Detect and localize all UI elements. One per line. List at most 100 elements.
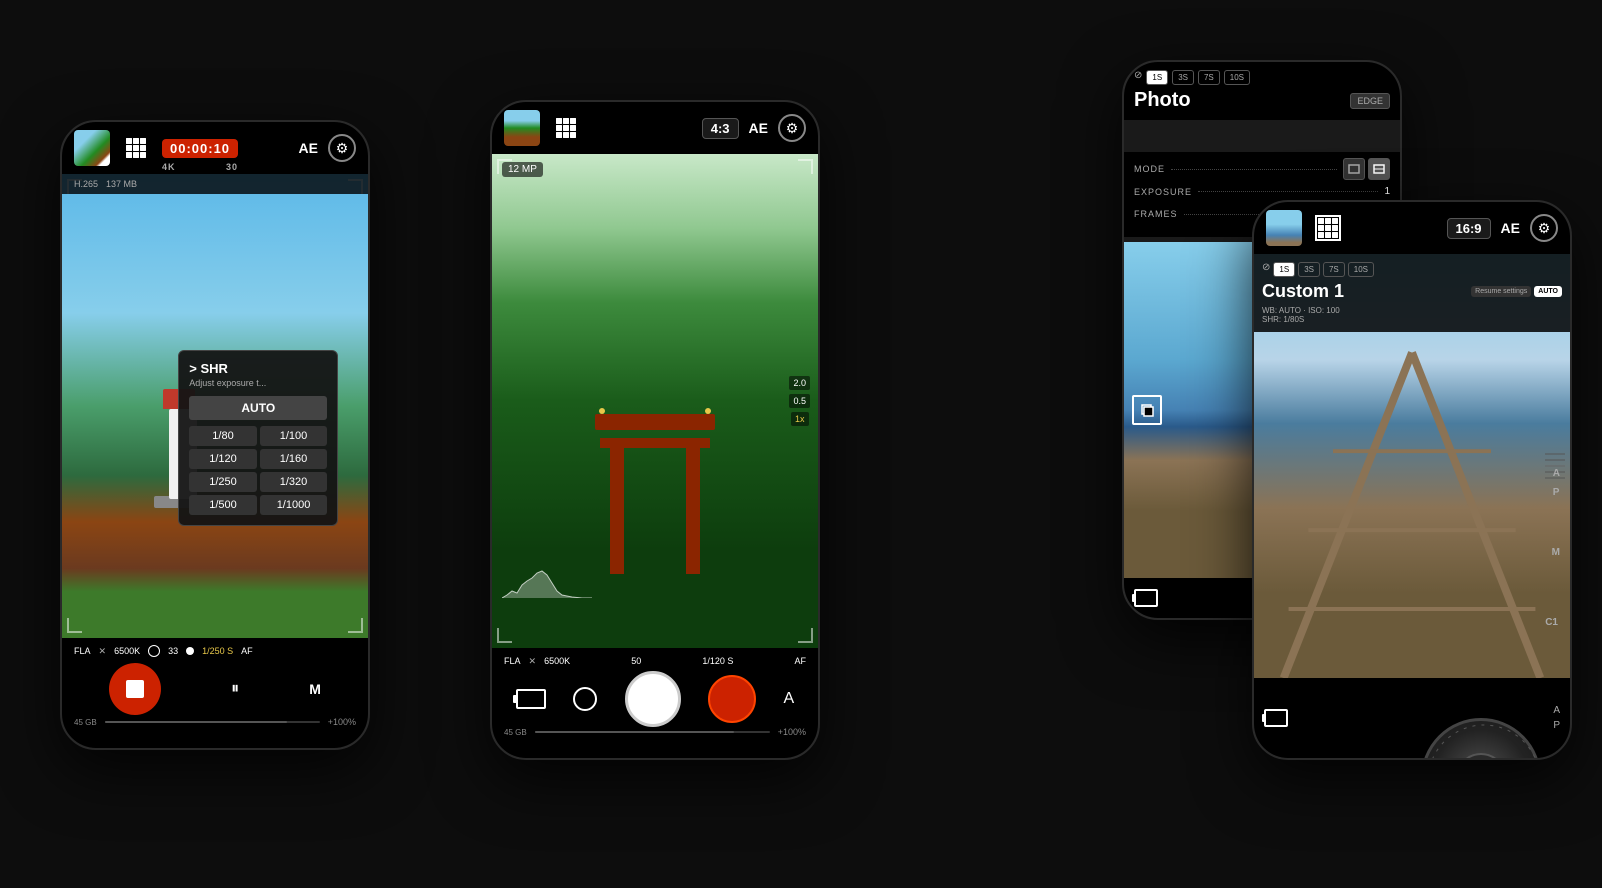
vf2-corner-tl — [497, 159, 512, 174]
custom-title-row: Custom 1 Resume settings AUTO — [1262, 281, 1562, 302]
mode-setting-row: MODE — [1134, 158, 1390, 180]
timer-1s-btn[interactable]: 1S — [1146, 70, 1168, 85]
mode-icon-2[interactable] — [1368, 158, 1390, 180]
exp-label-a: A — [1553, 468, 1560, 479]
mode-label-m: M — [1552, 547, 1560, 558]
shr-option-4[interactable]: 1/160 — [260, 449, 328, 469]
custom-timer-row: ⊘ 1S 3S 7S 10S — [1262, 262, 1562, 277]
zoom-val-2[interactable]: 0.5 — [789, 394, 810, 408]
zoom-controls: 2.0 0.5 1x — [789, 376, 810, 426]
focus-dot-2 — [705, 408, 711, 414]
storage-fill-1 — [105, 721, 288, 723]
edge-badge: EDGE — [1350, 93, 1390, 109]
viewfinder-1[interactable]: > SHR Adjust exposure t... AUTO 1/80 1/1… — [62, 174, 368, 638]
record-button-1[interactable] — [109, 663, 161, 715]
ae-button-4[interactable]: AE — [1501, 220, 1520, 236]
custom-info-row-2: SHR: 1/80S — [1262, 315, 1562, 324]
timer-7s-btn[interactable]: 7S — [1198, 70, 1220, 85]
grid-toggle-1[interactable] — [120, 132, 152, 164]
main-dial-wheel[interactable] — [1421, 718, 1541, 758]
shr-option-7[interactable]: 1/500 — [189, 495, 257, 515]
storage-text-2: 45 GB — [504, 728, 527, 737]
photo-header: 4:3 AE ⚙ — [492, 102, 818, 154]
zoom-val-active[interactable]: 1x — [791, 412, 809, 426]
viewfinder-2[interactable]: 12 MP 2.0 0.5 1x — [492, 154, 818, 648]
timer-3s-btn[interactable]: 3S — [1172, 70, 1194, 85]
shr-option-3[interactable]: 1/120 — [189, 449, 257, 469]
ae-button-1[interactable]: AE — [299, 140, 318, 156]
c-timer-10s[interactable]: 10S — [1348, 262, 1374, 277]
iso-label-1: 33 — [168, 646, 178, 656]
torii-gate — [595, 414, 715, 574]
grid-toggle-2[interactable] — [550, 112, 582, 144]
volume-btn-4a[interactable] — [1570, 322, 1572, 362]
shr-option-8[interactable]: 1/1000 — [260, 495, 328, 515]
ratio-badge-4[interactable]: 16:9 — [1447, 218, 1491, 239]
mode-label-c1: C1 — [1545, 617, 1558, 628]
settings-button-1[interactable]: ⚙ — [328, 134, 356, 162]
compass-icon[interactable] — [573, 687, 597, 711]
volume-btn-4b[interactable] — [1570, 372, 1572, 412]
settings-button-4[interactable]: ⚙ — [1530, 214, 1558, 242]
exposure-dots — [1198, 191, 1378, 192]
interval-null-icon[interactable]: ⊘ — [1134, 70, 1142, 85]
frame-icon-3[interactable] — [1134, 589, 1158, 607]
shr-option-2[interactable]: 1/100 — [260, 426, 328, 446]
grid-toggle-4[interactable] — [1312, 212, 1344, 244]
record-button-2[interactable] — [708, 675, 756, 723]
vf2-corner-bl — [497, 628, 512, 643]
thumbnail-preview-4[interactable] — [1266, 210, 1302, 246]
codec-text: H.265 — [74, 179, 98, 189]
custom-viewfinder[interactable]: ⊘ 1S 3S 7S 10S Custom 1 Resume settings … — [1254, 254, 1570, 678]
photo-controls-bottom: FLA ✕ 6500K 50 1/120 S AF A — [492, 648, 818, 758]
shutter-button-2[interactable] — [625, 671, 681, 727]
auto-badge[interactable]: AUTO — [1534, 286, 1562, 297]
stop-icon — [126, 680, 144, 698]
vf2-corner-tr — [798, 159, 813, 174]
thumbnail-preview-1[interactable] — [74, 130, 110, 166]
ratio-badge-2[interactable]: 4:3 — [702, 118, 739, 139]
phone-video: 00:00:10 4K 30 AE ⚙ H.265 137 MB — [60, 120, 370, 750]
iso-label-2: 50 — [631, 656, 641, 666]
wb-label-2: 6500K — [544, 656, 570, 666]
wb-label-1: 6500K — [114, 646, 140, 656]
thumbnail-preview-2[interactable] — [504, 110, 540, 146]
custom-info-row-1: WB: AUTO · ISO: 100 — [1262, 306, 1562, 315]
custom-settings-overlay: ⊘ 1S 3S 7S 10S Custom 1 Resume settings … — [1254, 254, 1570, 332]
mode-a-button-2[interactable]: A — [784, 690, 795, 708]
torii-pillar-right — [686, 444, 700, 574]
shr-popup: > SHR Adjust exposure t... AUTO 1/80 1/1… — [178, 350, 338, 526]
phone-photo: 4:3 AE ⚙ 12 MP — [490, 100, 820, 760]
fla-label-2: FLA — [504, 656, 521, 666]
c-timer-3s[interactable]: 3S — [1298, 262, 1320, 277]
vf-corner-bl — [67, 618, 82, 633]
frame-icon-4[interactable] — [1264, 709, 1288, 727]
shr-auto-btn[interactable]: AUTO — [189, 396, 327, 420]
shr-option-5[interactable]: 1/250 — [189, 472, 257, 492]
shr-option-6[interactable]: 1/320 — [260, 472, 328, 492]
custom-header: 16:9 AE ⚙ — [1254, 202, 1570, 254]
storage-progress-1 — [105, 721, 320, 723]
zoom-val-1[interactable]: 2.0 — [789, 376, 810, 390]
frame-mode-icon[interactable] — [516, 689, 546, 709]
focus-dot-1 — [599, 408, 605, 414]
custom-null-icon[interactable]: ⊘ — [1262, 262, 1270, 277]
bottom-controls-1: ⏸ M — [62, 664, 368, 714]
mode-labels: M — [1552, 547, 1560, 558]
shr-desc: Adjust exposure t... — [189, 378, 327, 388]
copy-icon-overlay[interactable] — [1132, 395, 1162, 425]
ae-button-2[interactable]: AE — [749, 120, 768, 136]
mode-m-button-1[interactable]: M — [309, 681, 321, 697]
torii-beam-top — [595, 414, 715, 430]
interval-timer-row: ⊘ 1S 3S 7S 10S — [1134, 70, 1390, 85]
c-timer-7s[interactable]: 7S — [1323, 262, 1345, 277]
shutter-label-2: 1/120 S — [702, 656, 733, 666]
shr-option-1[interactable]: 1/80 — [189, 426, 257, 446]
timer-10s-btn[interactable]: 10S — [1224, 70, 1250, 85]
bottom-info-bar-1: FLA ✕ 6500K 33 1/250 S AF — [62, 638, 368, 664]
c-timer-1s[interactable]: 1S — [1273, 262, 1295, 277]
mode-icon-1[interactable] — [1343, 158, 1365, 180]
pause-button-1[interactable]: ⏸ — [231, 680, 239, 698]
resume-badge[interactable]: Resume settings — [1471, 286, 1531, 297]
settings-button-2[interactable]: ⚙ — [778, 114, 806, 142]
